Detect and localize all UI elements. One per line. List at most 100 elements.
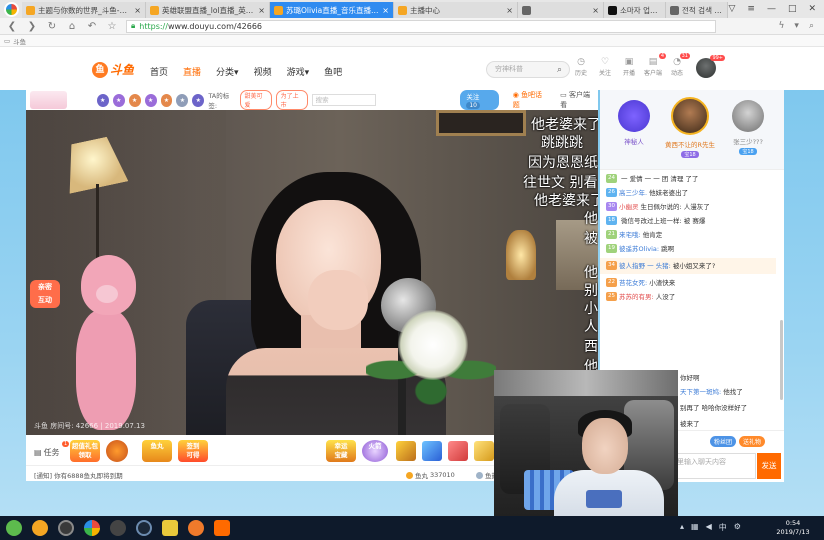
back-icon[interactable]: ❮ [6,21,18,32]
room-tag[interactable]: 为了上市 [275,90,308,110]
fan-badge-icon[interactable]: ★ [176,93,189,107]
chat-input[interactable]: 这里输入聊天内容 [666,453,756,479]
app-icon[interactable] [32,520,48,536]
nav-category[interactable]: 分类▾ [216,65,239,78]
tab-close-icon[interactable]: × [382,6,389,15]
browser-logo-icon[interactable] [0,0,22,18]
fan-badge-icon[interactable]: ★ [192,93,205,107]
fan-badge-icon[interactable]: ★ [160,93,173,107]
gift-item[interactable]: 签到 可得 [178,440,208,462]
app-icon[interactable] [110,520,126,536]
rank-item[interactable]: 张三少??? 宝18 [720,100,776,155]
taskbar-clock[interactable]: 0:54 2019/7/13 [768,519,818,537]
client-button[interactable]: ▤ 客户端 4 [644,53,666,77]
chat-message: 34 彼人指野 一 头猪: 被小姐又来了? [600,258,776,274]
fan-badge-icon[interactable]: ★ [96,93,109,107]
fan-badge-icon[interactable]: ★ [128,93,141,107]
tray-icon[interactable]: ▴ [680,522,684,533]
maximize-icon[interactable]: □ [788,4,797,14]
browser-tab[interactable]: 主题与你数的世界_斗鱼-每个人...× [22,2,146,18]
user-avatar[interactable]: 99+ [696,55,725,78]
anchor-avatar[interactable] [30,91,67,109]
danmaku: 人 [584,319,598,335]
ime-icon[interactable]: 中 [719,522,727,533]
client-watch-link[interactable]: ▭ 客户端看 [560,90,594,110]
gift-item[interactable]: 幸运 宝藏 [326,440,356,462]
douyu-logo[interactable]: 鱼 斗鱼 [92,61,134,78]
room-search-input[interactable]: 搜索 [311,94,377,106]
url-input[interactable]: 🔒︎ https://www.douyu.com/42666 [126,19,716,33]
star-icon[interactable]: ☆ [106,21,118,32]
search-icon[interactable]: ⌕ [557,63,562,78]
tab-close-icon[interactable]: × [134,6,141,15]
browser-tab[interactable]: × [518,2,604,18]
room-tag[interactable]: 甜美可爱 [239,90,272,110]
fan-badge-icon[interactable]: ★ [144,93,157,107]
fishbar-topic-link[interactable]: ◉ 鱼吧话题 [513,90,546,110]
lightning-icon[interactable]: ϟ [778,21,784,31]
forward-icon[interactable]: ❯ [26,21,38,32]
nav-video[interactable]: 视频 [254,65,272,78]
follow-button[interactable]: 关注 10 [460,90,499,110]
reload-icon[interactable]: ↻ [46,21,58,32]
minimize-icon[interactable]: — [767,4,776,14]
gift-item[interactable] [106,440,128,462]
steam-icon[interactable] [136,520,152,536]
browser-tab[interactable]: 主播中心 × [394,2,518,18]
tab-close-icon[interactable]: × [258,6,265,15]
search-icon[interactable]: ⌕ [809,21,814,31]
app-icon[interactable] [58,520,74,536]
gift-icon[interactable] [474,441,494,461]
coin-icon [476,471,483,479]
bookmark-item[interactable]: 斗鱼 [13,36,26,46]
tab-close-icon[interactable]: × [506,6,513,15]
gift-item[interactable]: 火箭 [362,440,388,462]
follow-list-button[interactable]: ♡ 关注 [596,57,614,77]
gift-icon[interactable] [396,441,416,461]
gift-item[interactable]: 鱼丸 [142,440,172,462]
activity-button[interactable]: ◔ 动态 31 [668,53,690,77]
rank-item[interactable]: 黄西不让的R先生 宝18 [662,97,718,158]
browser-tab[interactable]: 소마자 업석 - [604,2,666,18]
gift-item[interactable]: 超值礼包 领取 [70,440,100,462]
dropdown-icon[interactable]: ▾ [794,21,799,31]
chat-message: 18 微信号改过上班一样: 被 赛爆 [606,216,706,225]
fan-badge-icon[interactable]: ★ [112,93,125,107]
address-bar: ❮ ❯ ↻ ⌂ ↶ ☆ 🔒︎ https://www.douyu.com/426… [0,18,824,35]
gift-icon[interactable] [422,441,442,461]
volume-icon[interactable]: ◀ [706,522,712,533]
browser-tab[interactable]: 英雄联盟直播_lol直播_英雄联盟...× [146,2,270,18]
task-button[interactable]: ▤ 任务 1 [34,441,70,458]
close-icon[interactable]: ✕ [808,4,816,14]
tray-icon[interactable]: ⚙ [734,522,741,533]
undo-icon[interactable]: ↶ [86,21,98,32]
nav-game[interactable]: 游戏▾ [287,65,310,78]
gift-icon[interactable] [448,441,468,461]
menu-icon[interactable]: ≡ [747,4,755,14]
chat-scrollbar[interactable] [780,320,783,400]
site-search-input[interactable]: 穷神科普 ⌕ [486,61,570,78]
nav-home[interactable]: 首页 [150,65,168,78]
network-icon[interactable]: ▦ [691,522,699,533]
send-button[interactable]: 发送 [757,453,781,479]
tab-close-icon[interactable]: × [592,6,599,15]
shirt-icon[interactable]: ▽ [728,4,735,14]
home-icon[interactable]: ⌂ [66,21,78,32]
wechat-icon[interactable] [6,520,22,536]
history-button[interactable]: ◷ 历史 [572,57,590,77]
browser-tab[interactable]: 전적 검색 포... [666,2,728,18]
notice-text[interactable]: [通知] 你有6888鱼丸即将到期 [34,470,123,480]
webcam-overlay[interactable] [494,370,678,540]
send-gift-button[interactable]: 送礼物 [739,436,766,447]
fan-club-button[interactable]: 粉丝团 [710,436,737,447]
browser-icon[interactable] [84,520,100,536]
interaction-badge[interactable]: 亲密 互动 [30,280,60,308]
rank-item[interactable]: 神秘人 [606,100,662,146]
start-stream-button[interactable]: ▣ 开播 [620,57,638,77]
browser-tab-active[interactable]: 苏璐Olivia直播_音乐直播_斗... × [270,2,394,18]
app-icon[interactable] [188,520,204,536]
nav-fishbar[interactable]: 鱼吧 [324,65,342,78]
app-icon[interactable] [214,520,230,536]
nav-live[interactable]: 直播 [183,65,201,78]
app-icon[interactable] [162,520,178,536]
